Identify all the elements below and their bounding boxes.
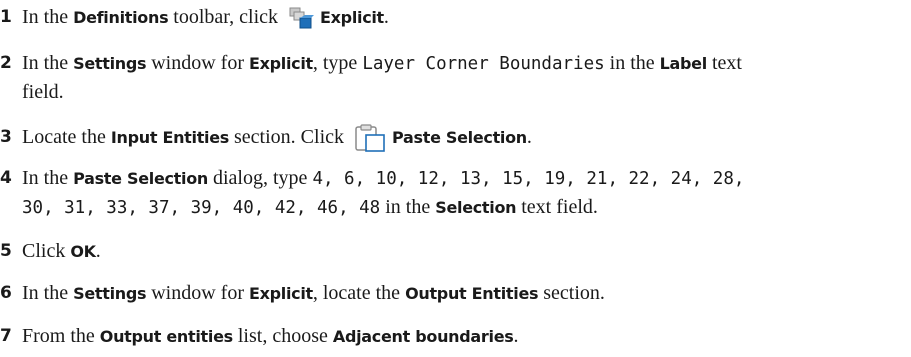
step-text: , locate the [312, 282, 401, 304]
step-2: 2 In the Settings window for Explicit, t… [0, 49, 905, 107]
step-text: dialog, type [213, 167, 308, 189]
step-number: 7 [0, 326, 12, 346]
step-text: Click [22, 240, 66, 262]
field-name: Selection [435, 198, 517, 217]
step-text: list, choose [237, 325, 328, 347]
step-text: in the [609, 52, 655, 74]
window-name: Settings [73, 54, 147, 73]
toolbar-name: Definitions [73, 8, 169, 27]
dialog-name: Paste Selection [73, 169, 208, 188]
typed-value: 30, 31, 33, 37, 39, 40, 42, 46, 48 [22, 198, 381, 218]
button-name: Paste Selection [392, 128, 527, 147]
section-name: Input Entities [110, 128, 230, 147]
step-text: In the [22, 6, 69, 28]
step-number: 6 [0, 283, 12, 303]
list-name: Output entities [99, 327, 233, 346]
field-name: Label [659, 54, 708, 73]
step-text: text field. [521, 196, 598, 218]
step-text: , type [312, 52, 358, 74]
step-text: toolbar, click [173, 6, 279, 28]
step-text: . [513, 325, 519, 347]
step-text: section. Click [234, 126, 344, 148]
step-text: In the [22, 52, 69, 74]
step-number: 3 [0, 127, 12, 147]
step-text: text [711, 52, 742, 74]
step-text: In the [22, 282, 69, 304]
node-name: Explicit [248, 54, 313, 73]
button-name: OK [70, 242, 96, 261]
window-name: Settings [73, 284, 147, 303]
section-name: Output Entities [405, 284, 539, 303]
step-text: window for [151, 282, 244, 304]
step-number: 5 [0, 241, 12, 261]
step-text: Locate the [22, 126, 106, 148]
node-name: Explicit [248, 284, 313, 303]
step-4: 4 In the Paste Selection dialog, type 4,… [0, 164, 905, 222]
step-text: . [526, 126, 532, 148]
step-text: . [95, 240, 101, 262]
step-text: in the [385, 196, 431, 218]
step-number: 1 [0, 7, 12, 27]
option-name: Adjacent boundaries [332, 327, 514, 346]
step-text: From the [22, 325, 95, 347]
step-text: . [383, 6, 389, 28]
command-name: Explicit [320, 8, 384, 27]
step-text: section. [543, 282, 605, 304]
typed-value: Layer Corner Boundaries [362, 54, 605, 74]
paste-selection-icon [354, 124, 386, 153]
typed-value: 4, 6, 10, 12, 13, 15, 19, 21, 22, 24, 28… [312, 169, 745, 189]
step-text: In the [22, 167, 69, 189]
step-text: field. [22, 81, 64, 103]
explicit-selection-icon [288, 6, 315, 30]
step-number: 2 [0, 53, 12, 73]
step-number: 4 [0, 168, 12, 188]
instruction-steps: 1 In the Definitions toolbar, click Expl… [0, 0, 911, 357]
step-text: window for [151, 52, 244, 74]
